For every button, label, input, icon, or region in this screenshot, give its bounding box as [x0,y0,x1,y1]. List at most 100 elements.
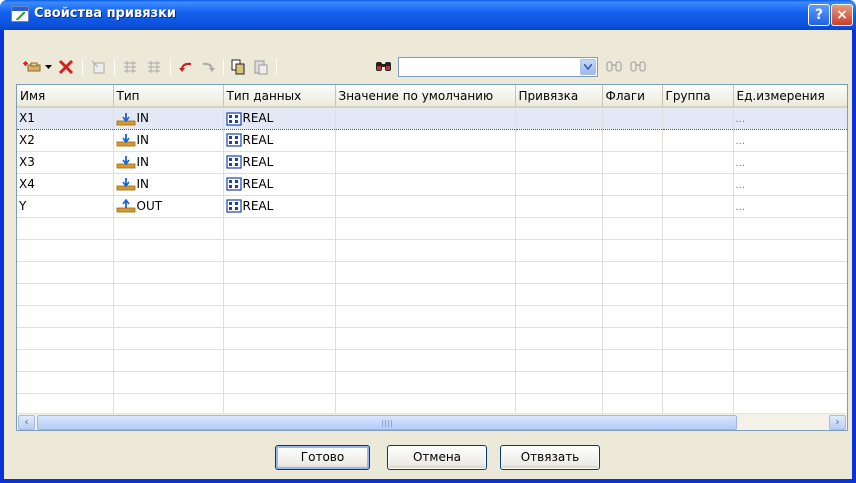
cell-type[interactable]: IN [113,106,224,130]
cell-unit-ellipsis[interactable]: ... [736,158,746,169]
table-row[interactable]: X2 IN REAL... [17,129,847,152]
empty-row[interactable] [17,393,847,416]
table-row[interactable]: Y OUT REAL... [17,195,847,218]
cell-datatype[interactable]: REAL [223,151,336,174]
cell-datatype[interactable]: REAL [223,195,336,218]
find-prev-icon[interactable] [628,56,648,78]
move-down-icon[interactable] [144,56,164,78]
cancel-button[interactable]: Отмена [387,445,487,470]
cell-unit-ellipsis[interactable]: ... [736,136,746,147]
redo-icon[interactable] [198,56,218,78]
variables-grid[interactable]: Имя Тип Тип данных Значение по умолчанию… [16,84,848,431]
empty-row[interactable] [17,217,847,240]
cell-binding[interactable] [515,173,603,196]
scrollbar-thumb[interactable] [37,415,737,430]
cell-type[interactable]: OUT [113,195,224,218]
cell-type-label: IN [136,154,150,169]
help-button[interactable]: ? [808,4,830,26]
cell-default-value[interactable] [335,195,516,218]
toolbar [22,56,662,80]
cell-datatype[interactable]: REAL [223,173,336,196]
cell-unit[interactable]: ... [733,195,847,218]
cell-binding[interactable] [515,151,603,174]
cell-unit[interactable]: ... [733,151,847,174]
table-row[interactable]: X1 IN REAL... [17,106,847,130]
cell-type[interactable]: IN [113,173,224,196]
cell-name[interactable]: X2 [17,129,114,152]
cell-group[interactable] [662,151,734,174]
cell-type-label: OUT [136,198,163,213]
column-header-name[interactable]: Имя [17,85,114,108]
cell-flags[interactable] [602,151,663,174]
empty-row[interactable] [17,371,847,394]
cell-datatype[interactable]: REAL [223,129,336,152]
cell-default-value[interactable] [335,106,516,130]
empty-row[interactable] [17,305,847,328]
scroll-left-button[interactable]: ‹ [18,415,35,430]
cell-unit-ellipsis[interactable]: ... [736,180,746,191]
unbind-button[interactable]: Отвязать [500,445,600,470]
horizontal-scrollbar[interactable]: ‹ › [17,413,847,430]
cell-default-value[interactable] [335,173,516,196]
cell-default-value[interactable] [335,129,516,152]
cell-flags[interactable] [602,173,663,196]
cell-default-value[interactable] [335,151,516,174]
delete-icon[interactable] [56,56,76,78]
column-header-default-value[interactable]: Значение по умолчанию [335,85,516,108]
table-row[interactable]: X3 IN REAL... [17,151,847,174]
done-button[interactable]: Готово [275,445,370,470]
datatype-icon [225,133,242,147]
copy-icon[interactable] [228,56,248,78]
import-icon[interactable] [88,56,108,78]
column-header-flags[interactable]: Флаги [602,85,663,108]
undo-icon[interactable] [176,56,196,78]
cell-unit[interactable]: ... [733,129,847,152]
cell-binding[interactable] [515,106,603,130]
add-variable-icon[interactable] [22,56,42,78]
paste-icon[interactable] [251,56,271,78]
cell-group[interactable] [662,106,734,130]
cell-binding[interactable] [515,195,603,218]
column-header-unit[interactable]: Ед.измерения [733,85,847,108]
cell-unit-ellipsis[interactable]: ... [736,114,746,125]
cell-name[interactable]: X4 [17,173,114,196]
column-header-type[interactable]: Тип [113,85,224,108]
find-icon[interactable] [374,56,394,78]
empty-row[interactable] [17,261,847,284]
title-bar[interactable]: Свойства привязки ? × [0,0,856,30]
cell-type[interactable]: IN [113,151,224,174]
empty-row[interactable] [17,349,847,372]
search-combobox[interactable] [398,57,598,77]
cell-type[interactable]: IN [113,129,224,152]
column-header-binding[interactable]: Привязка [515,85,603,108]
cell-name[interactable]: X1 [17,106,114,130]
cell-flags[interactable] [602,106,663,130]
cell-unit-ellipsis[interactable]: ... [736,202,746,213]
table-row[interactable]: X4 IN REAL... [17,173,847,196]
cell-flags[interactable] [602,195,663,218]
cell-binding[interactable] [515,129,603,152]
find-next-icon[interactable] [604,56,624,78]
cell-datatype[interactable]: REAL [223,106,336,130]
cell-name[interactable]: Y [17,195,114,218]
scroll-right-button[interactable]: › [829,415,846,430]
empty-row[interactable] [17,283,847,306]
column-header-datatype[interactable]: Тип данных [223,85,336,108]
cell-group[interactable] [662,195,734,218]
column-header-group[interactable]: Группа [662,85,734,108]
search-dropdown-button[interactable] [580,59,596,75]
cell-name[interactable]: X3 [17,151,114,174]
search-input[interactable] [399,58,577,76]
cell-unit[interactable]: ... [733,173,847,196]
output-port-icon [116,199,136,213]
empty-row[interactable] [17,327,847,350]
cell-group[interactable] [662,173,734,196]
dropdown-arrow-icon[interactable] [43,56,53,78]
cell-unit[interactable]: ... [733,106,847,130]
grid-header-row: Имя Тип Тип данных Значение по умолчанию… [17,85,847,108]
move-up-icon[interactable] [120,56,140,78]
empty-row[interactable] [17,239,847,262]
close-button[interactable]: × [831,4,853,26]
cell-group[interactable] [662,129,734,152]
cell-flags[interactable] [602,129,663,152]
